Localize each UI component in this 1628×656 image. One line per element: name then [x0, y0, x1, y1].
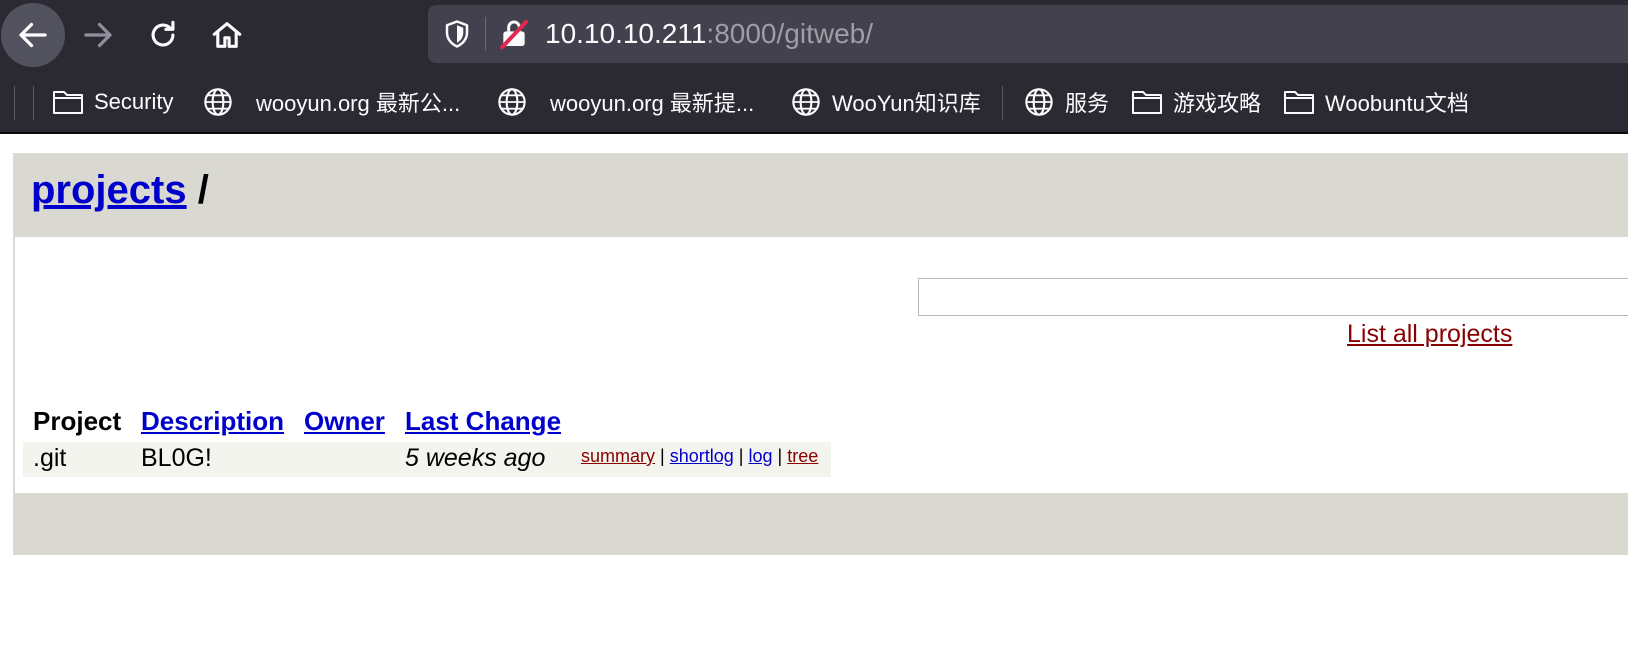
project-description: BL0G! [141, 444, 212, 472]
bookmark-wooyun-announcements[interactable]: wooyun.org 最新公... [202, 82, 460, 122]
bookmark-label: WooYun知识库 [832, 91, 981, 116]
globe-icon [792, 88, 820, 116]
column-header-last-change-sort-link[interactable]: Last Change [405, 406, 561, 437]
bookmark-label: wooyun.org 最新公... [256, 91, 461, 116]
project-action-links: summary | shortlog | log | tree [581, 446, 818, 467]
project-search-input[interactable] [918, 278, 1628, 316]
folder-icon [1132, 91, 1162, 114]
link-separator: | [777, 446, 783, 466]
url-path: :8000/gitweb/ [706, 18, 873, 49]
bookmark-label: Security [94, 89, 174, 114]
shortlog-link[interactable]: shortlog [670, 446, 734, 466]
bookmark-label: 游戏攻略 [1173, 91, 1262, 116]
url-bar-separator [485, 17, 486, 51]
column-header-description-sort-link[interactable]: Description [141, 406, 284, 437]
bookmarks-toolbar: Security wooyun.org 最新公... wooyun.org 最新… [0, 78, 1628, 128]
back-button[interactable] [1, 3, 65, 67]
home-button[interactable] [195, 3, 259, 67]
reload-button[interactable] [131, 3, 195, 67]
folder-icon [1284, 91, 1314, 114]
gitweb-page-footer [13, 493, 1628, 555]
navigation-toolbar: 10.10.10.211:8000/gitweb/ [0, 0, 1628, 70]
project-name-link[interactable]: .git [33, 444, 66, 473]
list-all-projects-link[interactable]: List all projects [1347, 320, 1512, 349]
project-last-change: 5 weeks ago [405, 444, 546, 472]
url-text[interactable]: 10.10.10.211:8000/gitweb/ [545, 15, 873, 53]
url-host: 10.10.10.211 [545, 18, 707, 49]
log-link[interactable]: log [749, 446, 773, 466]
breadcrumb-projects-link[interactable]: projects [31, 168, 187, 212]
url-bar[interactable]: 10.10.10.211:8000/gitweb/ [428, 5, 1628, 63]
bookmark-security[interactable]: Security [52, 82, 173, 122]
summary-link[interactable]: summary [581, 446, 655, 466]
breadcrumb-separator: / [197, 168, 209, 212]
folder-icon [53, 91, 83, 114]
column-header-owner-sort-link[interactable]: Owner [304, 406, 385, 437]
globe-icon [498, 88, 526, 116]
back-arrow-icon [19, 22, 47, 48]
globe-icon [204, 88, 232, 116]
reload-icon [151, 20, 175, 47]
globe-icon [1025, 88, 1053, 116]
breadcrumb: projects / [31, 165, 209, 215]
tree-link[interactable]: tree [787, 446, 818, 466]
forward-button[interactable] [66, 3, 130, 67]
gitweb-page-header: projects / [13, 153, 1628, 237]
bookmark-label: Woobuntu文档 [1325, 91, 1469, 116]
home-icon [212, 22, 242, 48]
bookmark-services[interactable]: 服务 [1023, 82, 1109, 122]
bookmark-label: wooyun.org 最新提... [550, 91, 755, 116]
tracking-protection-shield-icon[interactable] [442, 19, 472, 49]
bookmark-game-guides[interactable]: 游戏攻略 [1131, 82, 1261, 122]
bookmark-wooyun-knowledge[interactable]: WooYun知识库 [790, 82, 981, 122]
forward-arrow-icon [84, 22, 112, 48]
link-separator: | [660, 446, 665, 466]
link-separator: | [738, 446, 744, 466]
browser-chrome: 10.10.10.211:8000/gitweb/ Security wooyu… [0, 0, 1628, 134]
insecure-lock-icon[interactable] [498, 18, 530, 50]
bookmark-label: 服务 [1065, 91, 1110, 116]
bookmarks-divider [33, 86, 34, 120]
bookmarks-divider [14, 86, 15, 120]
bookmark-woobuntu-docs[interactable]: Woobuntu文档 [1283, 82, 1469, 122]
column-header-project: Project [33, 406, 122, 436]
bookmarks-divider [1002, 86, 1003, 120]
bookmark-wooyun-submissions[interactable]: wooyun.org 最新提... [496, 82, 754, 122]
